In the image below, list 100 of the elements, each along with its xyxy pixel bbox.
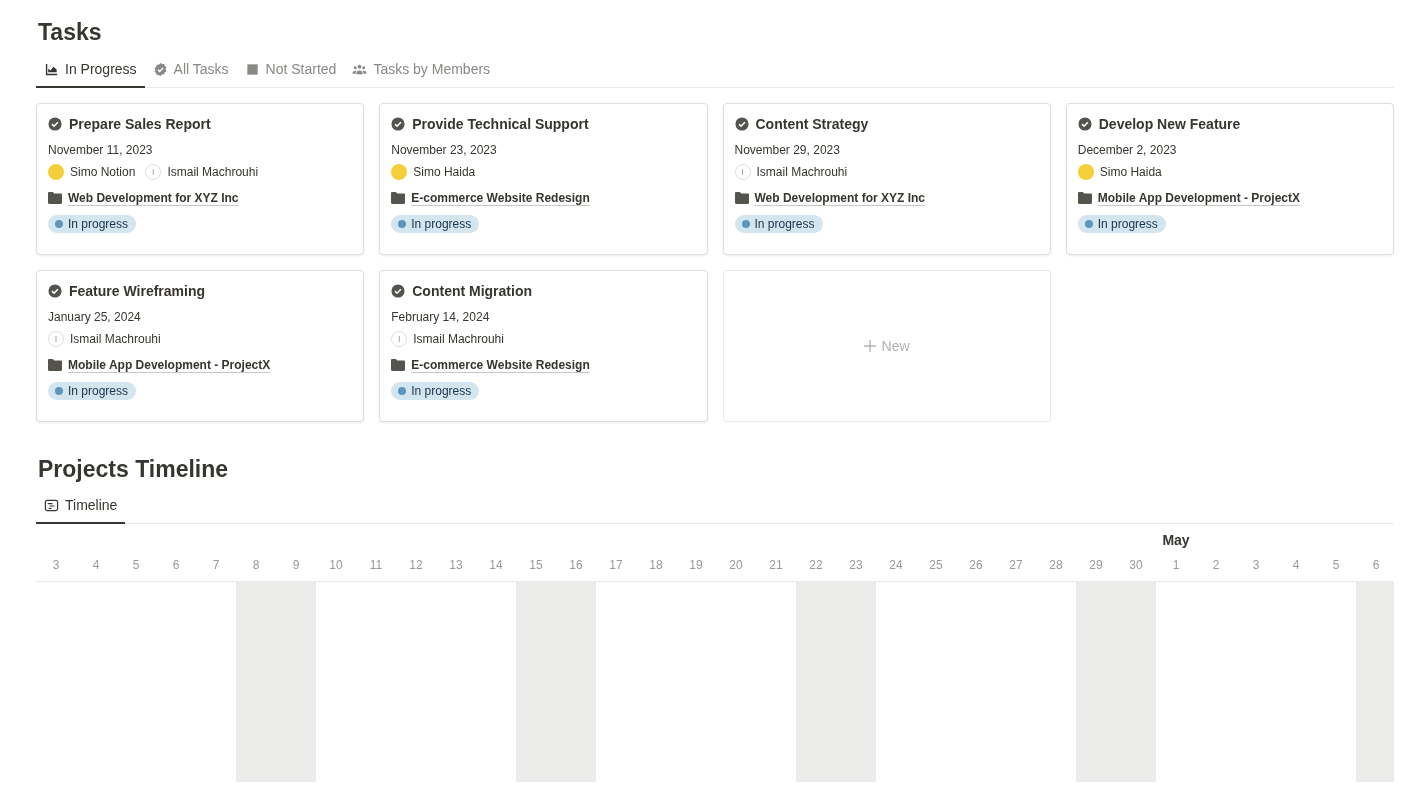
assignee-name: Ismail Machrouhi (756, 165, 848, 179)
task-card[interactable]: Content Strategy November 29, 2023 I Ismail Machrouhi Web Development for XYZ Inc In progress (722, 103, 1051, 255)
assignee-name: Ismail Machrouhi (167, 165, 259, 179)
section-heading: Projects Timeline (38, 455, 230, 484)
day-label: 21 (769, 557, 783, 572)
day-label: 4 (92, 557, 100, 572)
project-link[interactable]: E-commerce Website Redesign (411, 358, 590, 372)
timeline-icon (44, 497, 59, 513)
view-tab[interactable]: Timeline (36, 490, 126, 524)
task-date: November 29, 2023 (734, 143, 841, 159)
view-tab[interactable]: In Progress (36, 54, 145, 88)
task-title: Prepare Sales Report (69, 116, 211, 132)
day-label: 5 (1332, 557, 1340, 572)
task-card[interactable]: Develop New Feature December 2, 2023 Simo Haida Mobile App Development - ProjectX In progress (1065, 103, 1394, 255)
day-label: 27 (1009, 557, 1023, 572)
day-label: 29 (1089, 557, 1103, 572)
check-circle-icon (48, 117, 62, 131)
avatar: I (145, 164, 162, 180)
day-label: 9 (292, 557, 300, 572)
task-title: Provide Technical Support (412, 116, 589, 132)
status-tag: In progress (1077, 215, 1166, 233)
day-label: 1 (1172, 557, 1180, 572)
chart-icon (44, 61, 59, 77)
day-label: 6 (1372, 557, 1380, 572)
check-circle-icon (391, 284, 406, 298)
check-circle-icon (734, 117, 749, 131)
day-label: 19 (689, 557, 703, 572)
day-label: 20 (729, 557, 743, 572)
day-label: 5 (132, 557, 140, 572)
view-tab[interactable]: Not Started (236, 54, 345, 88)
task-date: February 14, 2024 (391, 310, 491, 326)
day-label: 7 (212, 557, 220, 572)
check-circle-icon (48, 284, 62, 298)
project-link[interactable]: E-commerce Website Redesign (411, 191, 590, 205)
task-title: Develop New Feature (1098, 116, 1241, 132)
plus-icon (863, 340, 876, 352)
status-tag: In progress (391, 215, 480, 233)
task-card[interactable]: Content Migration February 14, 2024 I Ismail Machrouhi E-commerce Website Redesign In progress (379, 270, 708, 422)
folder-icon (48, 359, 62, 371)
assignee-name: Simo Notion (70, 165, 136, 179)
day-label: 13 (449, 557, 463, 572)
day-label: 15 (529, 557, 543, 572)
day-label: 10 (329, 557, 343, 572)
status-tag: In progress (48, 382, 137, 400)
avatar: I (734, 164, 751, 180)
avatar (1077, 164, 1094, 180)
status-tag: In progress (48, 215, 137, 233)
task-card[interactable]: Prepare Sales Report November 11, 2023 Simo Notion I Ismail Machrouhi Web Development for XYZ Inc In progress (36, 103, 365, 255)
folder-icon (391, 192, 406, 204)
day-label: 30 (1129, 557, 1143, 572)
folder-icon (391, 359, 406, 371)
project-link[interactable]: Web Development for XYZ Inc (68, 191, 239, 205)
view-tab[interactable]: Tasks by Members (344, 54, 499, 88)
assignee-name: Simo Haida (1099, 165, 1162, 179)
day-label: 16 (569, 557, 583, 572)
day-label: 28 (1049, 557, 1063, 572)
check-circle-icon (391, 117, 406, 131)
assignee-name: Ismail Machrouhi (70, 332, 161, 346)
task-date: January 25, 2024 (48, 310, 142, 326)
day-label: 14 (489, 557, 503, 572)
day-label: 23 (849, 557, 863, 572)
project-link[interactable]: Mobile App Development - ProjectX (68, 358, 271, 372)
task-date: December 2, 2023 (1077, 143, 1178, 159)
day-label: 8 (252, 557, 260, 572)
day-label: 6 (172, 557, 180, 572)
task-date: November 11, 2023 (48, 143, 154, 159)
folder-icon (1077, 192, 1092, 204)
project-link[interactable]: Mobile App Development - ProjectX (1097, 191, 1300, 205)
month-label: May (1162, 532, 1190, 548)
day-label: 3 (52, 557, 60, 572)
status-tag: In progress (391, 382, 480, 400)
folder-icon (48, 192, 62, 204)
day-label: 26 (969, 557, 983, 572)
day-label: 4 (1292, 557, 1300, 572)
day-label: 24 (889, 557, 903, 572)
avatar: I (391, 331, 408, 347)
check-circle-icon (1077, 117, 1092, 131)
status-tag: In progress (734, 215, 823, 233)
project-link[interactable]: Web Development for XYZ Inc (754, 191, 925, 205)
assignee-name: Simo Haida (413, 165, 476, 179)
avatar (48, 164, 64, 180)
day-label: 3 (1252, 557, 1260, 572)
day-label: 17 (609, 557, 623, 572)
task-date: November 23, 2023 (391, 143, 498, 159)
day-label: 25 (929, 557, 943, 572)
avatar (391, 164, 408, 180)
day-label: 2 (1212, 557, 1220, 572)
assignee-name: Ismail Machrouhi (413, 332, 504, 346)
badge-check-icon (152, 61, 168, 77)
day-label: 12 (409, 557, 423, 572)
new-label: New (881, 338, 910, 354)
folder-icon (734, 192, 749, 204)
task-title: Content Strategy (755, 116, 869, 132)
day-label: 18 (649, 557, 663, 572)
view-tab[interactable]: All Tasks (144, 54, 237, 88)
day-label: 11 (369, 557, 383, 572)
task-card[interactable]: Provide Technical Support November 23, 2023 Simo Haida E-commerce Website Redesign In progress (379, 103, 708, 255)
square-icon (244, 61, 260, 77)
task-title: Content Migration (412, 283, 532, 299)
day-label: 22 (809, 557, 823, 572)
